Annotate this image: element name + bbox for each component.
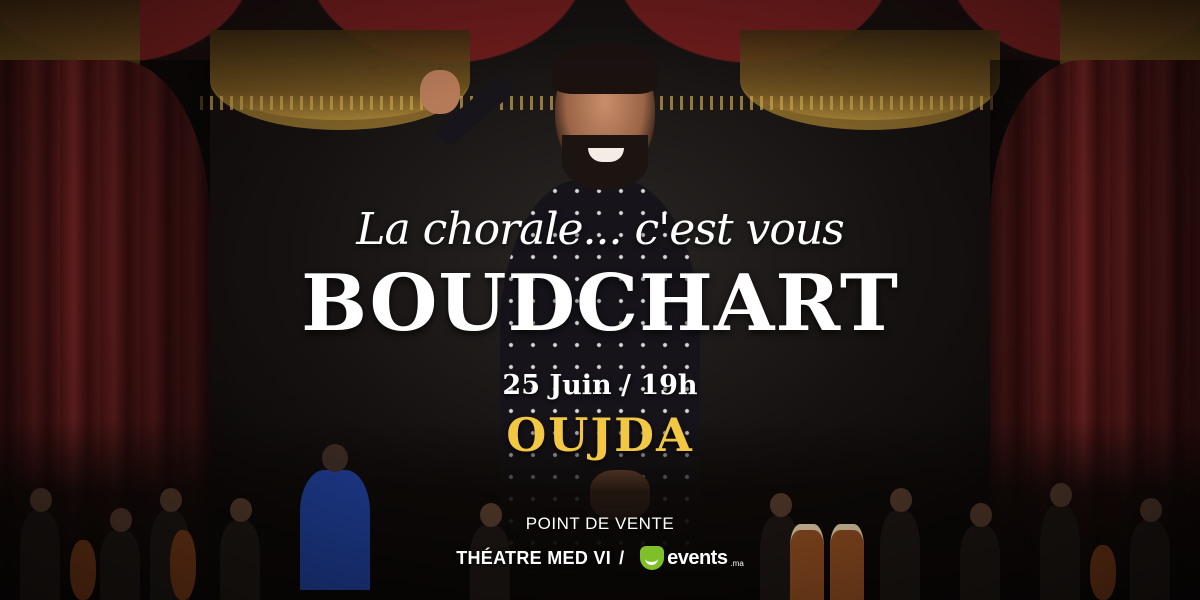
venue-name: THÉATRE MED VI	[456, 547, 612, 568]
events-logo: events .ma	[640, 546, 744, 570]
events-logo-icon	[640, 546, 665, 570]
poster: La chorale... c'est vous BOUDCHART 25 Ju…	[0, 0, 1200, 600]
performer-beard	[562, 135, 648, 190]
performer-fist	[420, 70, 460, 114]
event-city: OUJDA	[506, 408, 694, 462]
point-of-sale-label: POINT DE VENTE	[525, 514, 675, 533]
gold-drape	[740, 30, 1000, 130]
poster-tagline: La chorale... c'est vous	[356, 204, 845, 255]
brand-suffix: .ma	[730, 559, 744, 568]
performer-hair	[552, 44, 658, 94]
event-date-time: 25 Juin / 19h	[502, 370, 698, 401]
separator: /	[619, 547, 625, 568]
brand-name: events	[667, 546, 728, 569]
artist-name: BOUDCHART	[301, 258, 899, 349]
point-of-sale-row: THÉATRE MED VI / events .ma	[0, 546, 1200, 570]
